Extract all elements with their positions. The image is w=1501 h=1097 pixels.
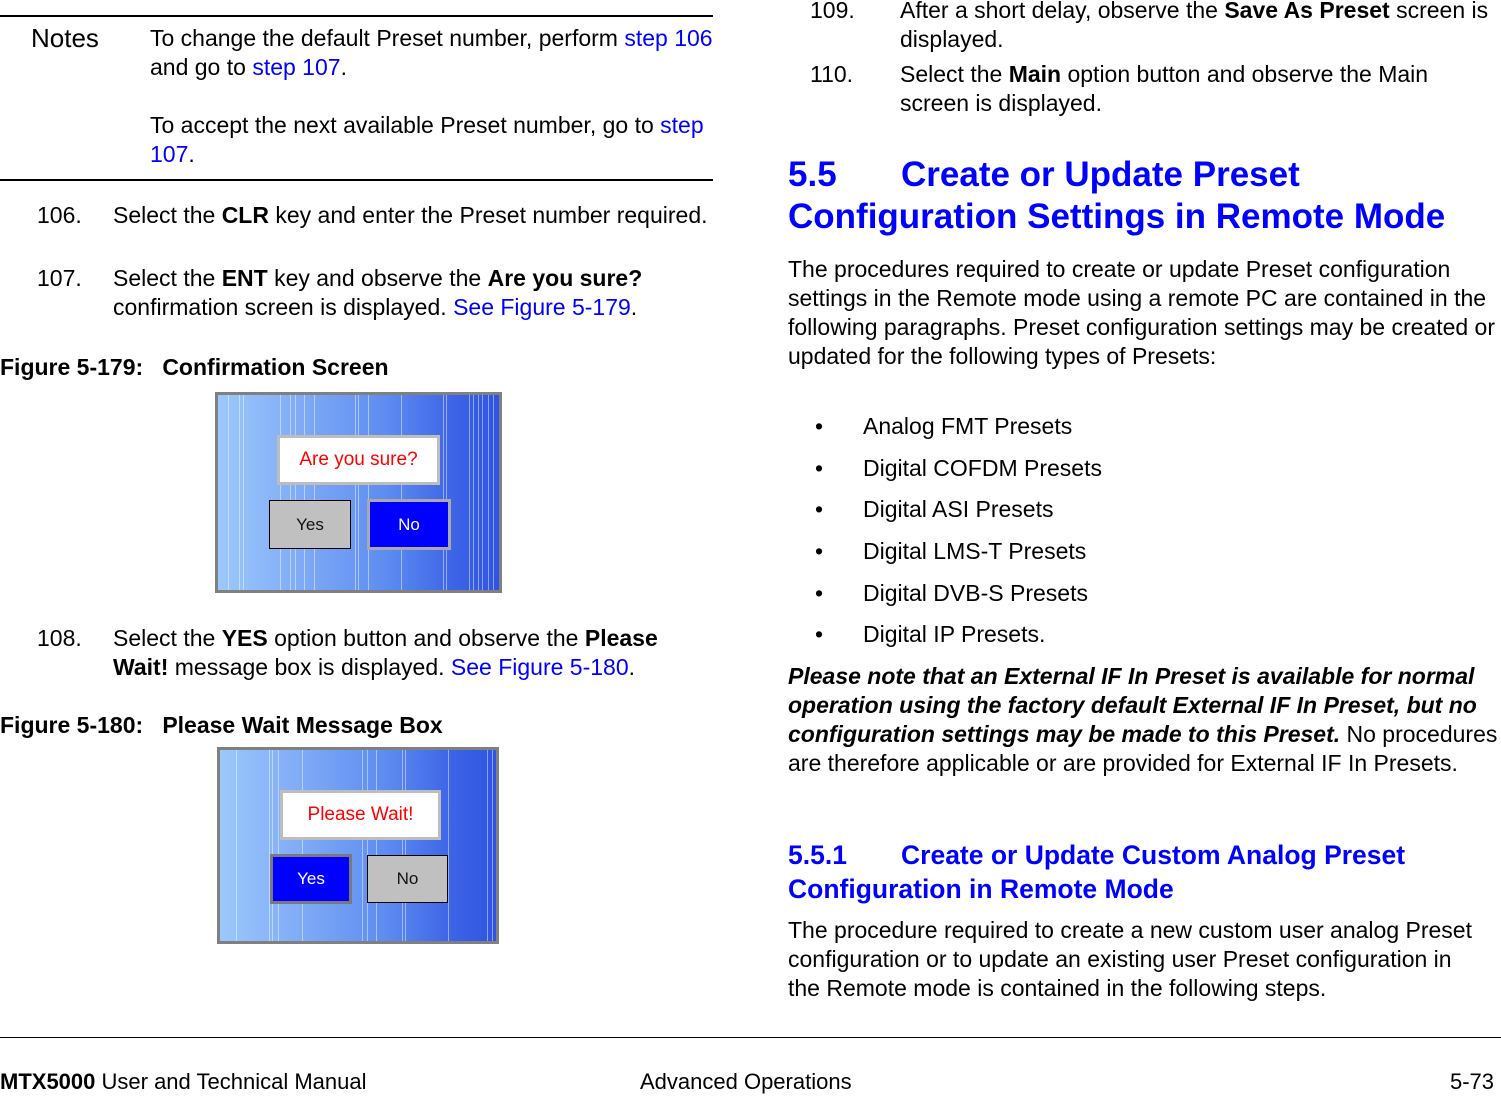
yes-button[interactable]: Yes [269,500,351,549]
footer-chapter: Advanced Operations [640,1069,852,1094]
step-text: After a short delay, observe the Save As… [900,0,1489,52]
yes-button[interactable]: Yes [270,854,352,904]
notes-paragraph-2: To accept the next available Preset numb… [150,112,704,167]
bullet-icon: • [815,621,824,648]
link-figure-5-179[interactable]: See Figure 5-179 [453,294,631,320]
step-number: 110. [810,61,854,87]
preset-types-list: • Analog FMT Presets • Digital COFDM Prese… [815,411,1102,661]
are-you-sure-message: Are you sure? [277,435,440,485]
screen-stripes [220,750,496,941]
step-text: Select the ENT key and observe the Are y… [113,265,643,320]
please-wait-message: Please Wait! [280,790,441,840]
figure-5-180-caption: Figure 5-180: Please Wait Message Box [0,712,443,738]
section-5-5-1-body: The procedure required to create a new c… [788,917,1472,1001]
step-text: Select the CLR key and enter the Preset … [113,202,708,228]
list-item: • Digital COFDM Presets [815,454,1102,481]
please-wait-screen: Please Wait! Yes No [217,747,499,944]
section-5-5-1-heading: 5.5.1 Create or Update Custom Analog Pres… [788,838,1500,906]
section-5-5-heading: 5.5 Create or Update Preset Configuration… [788,154,1500,238]
section-number: 5.5 [788,155,837,194]
no-button[interactable]: No [367,499,451,550]
step-text: Select the YES option button and observe… [113,625,658,680]
external-if-note: Please note that an External IF In Prese… [788,663,1498,776]
step-number: 106. [37,202,82,228]
link-figure-5-180[interactable]: See Figure 5-180 [451,654,629,680]
section-5-5-intro: The procedures required to create or upd… [788,256,1496,369]
section-number: 5.5.1 [788,840,847,870]
footer-page-number: 5-73 [1450,1069,1495,1094]
notes-label: Notes [31,23,99,53]
step-text: Select the Main option button and observ… [900,61,1429,116]
link-step-106[interactable]: step 106 [624,25,712,51]
confirmation-screen: Are you sure? Yes No [215,392,502,593]
bullet-icon: • [815,579,824,606]
link-step-107[interactable]: step 107 [252,54,340,80]
screen-stripes [218,395,499,590]
notes-bottom-rule [0,179,713,181]
step-number: 109. [810,0,855,23]
notes-top-rule [0,15,713,17]
footer-product: MTX5000 [0,1069,96,1094]
bullet-icon: • [815,538,824,565]
list-item: • Analog FMT Presets [815,413,1073,439]
bullet-icon: • [815,413,824,439]
step-number: 108. [37,625,82,651]
list-item: • Digital DVB-S Presets [815,579,1088,606]
bullet-icon: • [815,454,824,481]
footer-rule [0,1037,1501,1038]
list-item: • Digital LMS-T Presets [815,538,1087,565]
list-item: • Digital IP Presets. [815,621,1046,648]
step-number: 107. [37,265,82,291]
bullet-icon: • [815,496,824,523]
figure-5-179-caption: Figure 5-179: Confirmation Screen [0,354,389,380]
footer-manual-title: MTX5000 User and Technical Manual [0,1069,367,1094]
no-button[interactable]: No [367,855,448,903]
list-item: • Digital ASI Presets [815,496,1054,523]
notes-text: To change the default Preset number, per… [150,24,715,169]
notes-paragraph-1: To change the default Preset number, per… [150,25,713,80]
